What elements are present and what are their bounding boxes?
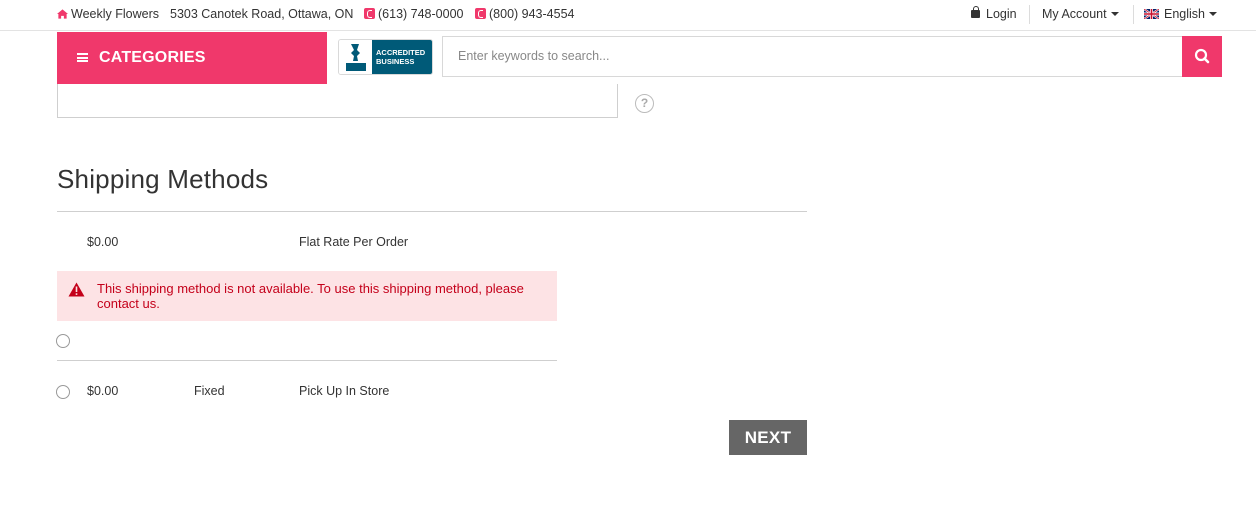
bbb-line1: ACCREDITED <box>376 48 426 57</box>
my-account-label: My Account <box>1042 7 1107 21</box>
flat-rate-radio[interactable] <box>56 334 70 348</box>
bbb-logo <box>339 40 372 74</box>
shipping-unavailable-alert: This shipping method is not available. T… <box>57 271 557 321</box>
store-name[interactable]: Weekly Flowers <box>57 7 159 21</box>
phone-tollfree-label: (800) 943-4554 <box>489 7 575 21</box>
phone-icon <box>475 8 486 19</box>
lock-icon <box>971 6 980 18</box>
bbb-text: ACCREDITED BUSINESS <box>372 40 432 74</box>
search-icon <box>1194 48 1210 64</box>
pickup-radio[interactable] <box>56 385 70 399</box>
warning-icon <box>68 282 85 297</box>
help-icon[interactable]: ? <box>635 94 654 113</box>
search-button[interactable] <box>1182 36 1222 77</box>
top-bar: Weekly Flowers 5303 Canotek Road, Ottawa… <box>0 0 1256 31</box>
divider <box>1133 5 1134 24</box>
login-label: Login <box>986 7 1017 21</box>
caret-down-icon <box>1110 12 1119 16</box>
menu-icon <box>77 53 88 62</box>
caret-down-icon <box>1209 12 1217 16</box>
language-label: English <box>1164 7 1205 21</box>
phone-local-label: (613) 748-0000 <box>378 7 464 21</box>
categories-menu-button[interactable]: CATEGORIES <box>57 32 327 84</box>
alert-message: This shipping method is not available. T… <box>97 281 524 311</box>
search-input[interactable]: Enter keywords to search... <box>442 36 1183 77</box>
pickup-type: Fixed <box>194 384 225 398</box>
bbb-accredited-badge[interactable]: ACCREDITED BUSINESS <box>338 39 433 75</box>
divider <box>57 211 807 212</box>
flat-rate-name: Flat Rate Per Order <box>299 235 409 249</box>
shipping-methods-title: Shipping Methods <box>57 164 269 194</box>
divider <box>1029 5 1030 24</box>
home-icon <box>57 9 68 19</box>
bbb-torch-icon <box>346 44 366 71</box>
phone-icon <box>364 8 375 19</box>
flat-rate-price: $0.00 <box>87 235 119 249</box>
uk-flag-icon <box>1144 9 1159 19</box>
pickup-name: Pick Up In Store <box>299 384 390 398</box>
phone-tollfree[interactable]: (800) 943-4554 <box>475 7 574 21</box>
pickup-price: $0.00 <box>87 384 119 398</box>
language-dropdown[interactable]: English <box>1144 7 1217 21</box>
divider <box>57 360 557 361</box>
store-address: 5303 Canotek Road, Ottawa, ON <box>170 7 354 21</box>
bbb-line2: BUSINESS <box>376 57 415 66</box>
categories-label: CATEGORIES <box>99 49 206 66</box>
phone-local[interactable]: (613) 748-0000 <box>364 7 463 21</box>
my-account-dropdown[interactable]: My Account <box>1042 7 1119 21</box>
login-link[interactable]: Login <box>971 6 1017 21</box>
next-button[interactable]: NEXT <box>729 420 807 455</box>
store-name-label: Weekly Flowers <box>71 7 159 21</box>
form-field[interactable] <box>57 84 618 118</box>
